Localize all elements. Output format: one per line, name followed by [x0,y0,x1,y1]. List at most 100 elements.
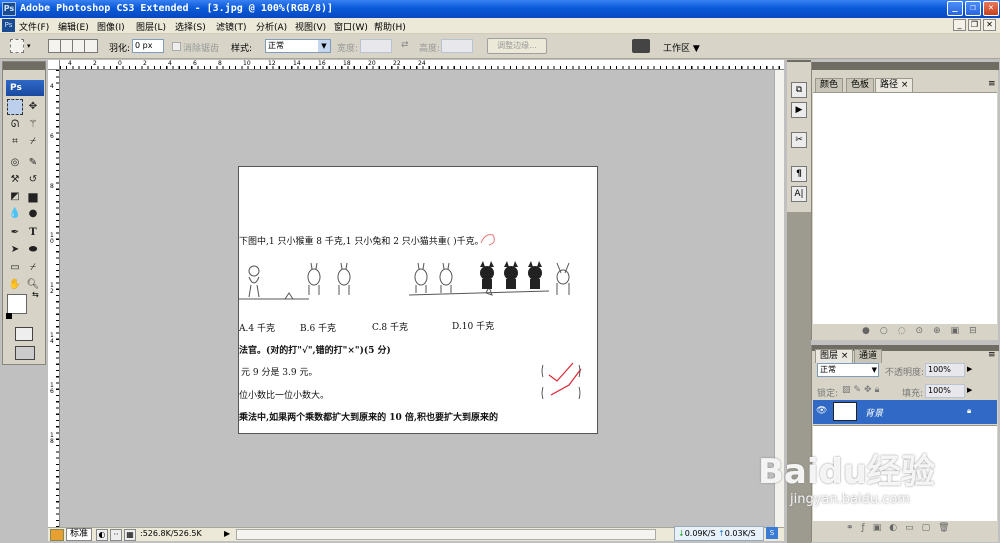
blend-mode-select[interactable]: 正常 ▼ [817,363,879,377]
intersect-selection-icon[interactable] [84,39,98,53]
height-input[interactable] [441,39,473,53]
opacity-arrow-icon[interactable]: ▶ [967,365,972,373]
brush-icon[interactable]: ✎ [25,155,41,171]
eye-icon[interactable]: 👁︎ [816,406,827,416]
doc-restore-button[interactable]: ❐ [968,19,981,31]
tab-layers-label: 图层 [820,351,839,361]
foreground-color-swatch[interactable] [7,294,27,314]
eraser-icon[interactable]: ◩ [7,189,23,205]
history-panel-icon[interactable]: ⧉ [791,82,807,98]
lasso-icon[interactable]: ᘏ [7,117,23,133]
doc-minimize-button[interactable]: _ [953,19,966,31]
marquee-preset-icon[interactable] [10,39,24,53]
bridge-icon[interactable] [632,39,650,53]
pen-icon[interactable]: ✒ [7,225,23,241]
style-select[interactable]: 正常 ▼ [265,39,331,53]
network-app-icon[interactable]: S [766,527,778,539]
mode-label[interactable]: 标准 [66,528,93,541]
menu-image[interactable]: 图像(I) [97,20,125,33]
healing-brush-icon[interactable]: ◎ [7,155,23,171]
dodge-icon[interactable]: ● [25,206,41,222]
opacity-input[interactable]: 100% [925,363,965,377]
width-input[interactable] [360,39,392,53]
workspace-button[interactable]: 工作区 ▼ [663,41,700,54]
horizontal-ruler[interactable]: 4 2 0 2 4 6 8 10 12 14 16 18 20 22 24 [60,60,784,70]
lock-icon[interactable]: 🔒︎ [967,406,971,416]
layer-row-background[interactable]: 👁︎ 背景 🔒︎ [813,400,997,424]
ruler-origin[interactable] [48,60,60,70]
eyedropper-icon[interactable]: ⌿ [25,260,41,276]
lock-icons[interactable]: ▨✎✥🔒︎ [842,385,882,395]
crop-icon[interactable]: ⌗ [7,134,23,150]
menu-edit[interactable]: 编辑(E) [58,20,89,33]
screen-mode-icon[interactable] [15,346,35,360]
quick-mask-icon[interactable] [15,327,33,341]
grid-icon[interactable]: ▦ [124,529,136,541]
tab-color[interactable]: 颜色 [815,78,844,92]
menu-window[interactable]: 窗口(W) [334,20,368,33]
status-menu-arrow-icon[interactable]: ▶ [224,529,230,538]
default-colors-icon[interactable] [6,313,12,319]
document-icon[interactable]: Ps [2,19,15,32]
history-brush-icon[interactable]: ↺ [25,172,41,188]
document-canvas[interactable]: 下图中,1 只小猴重 8 千克,1 只小兔和 2 只小猫共重( )千克。 A.4… [238,166,598,434]
restore-button[interactable]: ❐ [965,1,981,16]
layers-footer-icons[interactable]: ⚭ƒ▣◐▭▢🗑︎ [846,523,958,533]
menu-help[interactable]: 帮助(H) [374,20,406,33]
paragraph-panel-icon[interactable]: ¶ [791,166,807,182]
swap-colors-icon[interactable]: ⇆ [32,290,39,299]
close-icon[interactable]: × [901,80,909,90]
refine-edge-button[interactable]: 调整边缘... [487,38,547,54]
menu-filter[interactable]: 滤镜(T) [216,20,247,33]
menu-analysis[interactable]: 分析(A) [256,20,287,33]
tool-presets-icon[interactable]: ✂ [791,132,807,148]
paths-list[interactable] [813,92,997,324]
blur-icon[interactable]: 💧 [7,206,23,222]
minimize-button[interactable]: _ [947,1,963,16]
rect-marquee-icon[interactable] [7,99,23,115]
tab-swatches[interactable]: 色板 [846,78,875,92]
blend-mode-value: 正常 [820,365,836,374]
chevron-down-icon[interactable]: ▾ [27,42,31,50]
close-button[interactable]: ✕ [983,1,999,16]
paths-footer-icons[interactable]: ●○◌⊙⊕▣⊟ [862,326,987,336]
eyedropper-slice-icon[interactable]: ⌿ [25,134,41,150]
dots-icon[interactable]: ·· [110,529,122,541]
quick-mask-status-icon[interactable] [50,529,64,541]
type-icon[interactable]: T [25,225,41,241]
chevron-down-icon[interactable]: ▼ [318,40,330,52]
panel-menu-icon[interactable]: ≡ [988,350,996,360]
moon-icon[interactable]: ◐ [96,529,108,541]
antialias-checkbox[interactable] [172,42,181,51]
menu-select[interactable]: 选择(S) [175,20,206,33]
actions-panel-icon[interactable]: ▶ [791,102,807,118]
panel-grip[interactable] [812,62,999,70]
gradient-icon[interactable]: ■ [25,189,41,205]
close-icon[interactable]: × [841,351,849,361]
tab-channels[interactable]: 通道 [854,349,883,363]
panel-menu-icon[interactable]: ≡ [988,79,996,89]
horizontal-scrollbar[interactable] [236,529,656,540]
shape-icon[interactable]: ⬬ [25,242,41,258]
ruler-ticks [60,66,784,69]
tab-paths[interactable]: 路径 × [875,78,914,92]
move-tool-icon[interactable]: ✥ [25,99,41,115]
magic-wand-icon[interactable]: ⚚ [25,117,41,133]
tab-layers[interactable]: 图层 × [815,349,854,363]
vertical-ruler[interactable]: 4 6 8 1 0 1 2 1 4 1 6 1 8 [48,70,60,527]
menu-file[interactable]: 文件(F) [19,20,49,33]
hand-icon[interactable]: ✋ [7,277,23,293]
character-panel-icon[interactable]: A| [791,186,807,202]
menu-layer[interactable]: 图层(L) [136,20,166,33]
fill-input[interactable]: 100% [925,384,965,398]
path-select-icon[interactable]: ➤ [7,242,23,258]
doc-close-button[interactable]: ✕ [983,19,996,31]
toolbox-grip[interactable] [3,62,45,70]
menu-view[interactable]: 视图(V) [295,20,326,33]
clone-stamp-icon[interactable]: ⚒ [7,172,23,188]
notes-icon[interactable]: ▭ [7,260,23,276]
fill-arrow-icon[interactable]: ▶ [967,386,972,394]
chevron-down-icon[interactable]: ▼ [872,364,877,376]
feather-input[interactable]: 0 px [132,39,164,53]
swap-icon[interactable]: ⇄ [401,40,409,50]
